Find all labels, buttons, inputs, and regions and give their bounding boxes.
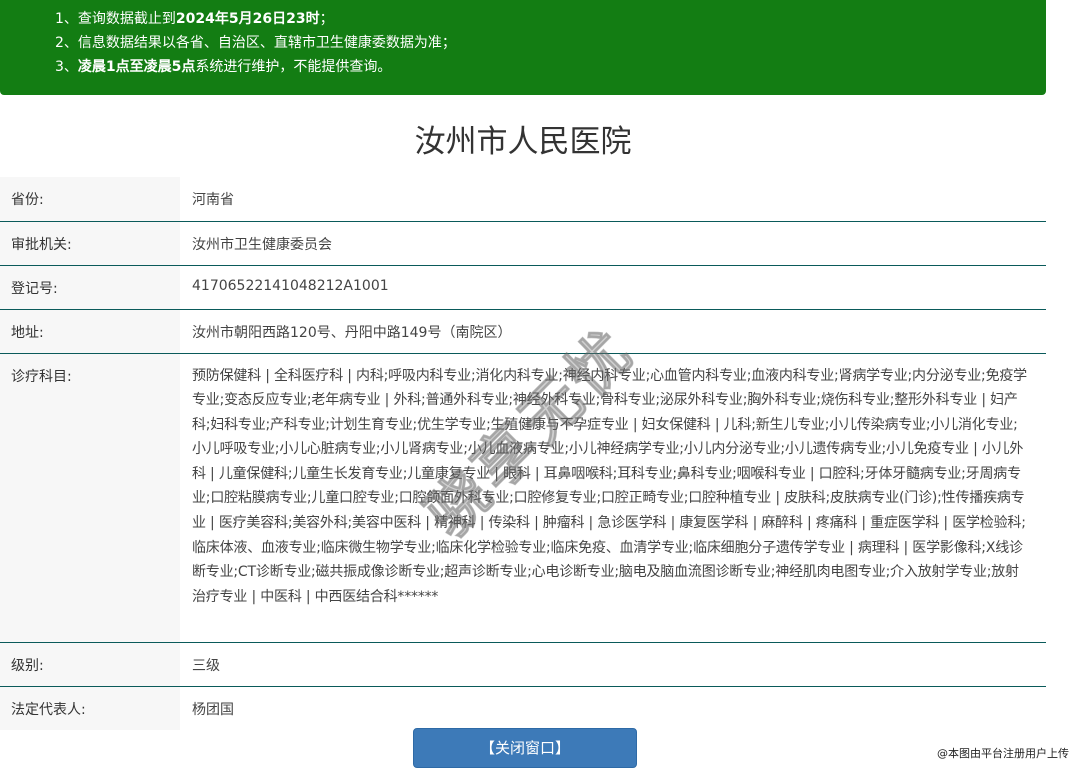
legal-rep-value: 杨团国 xyxy=(192,701,234,718)
row-address: 地址: 汝州市朝阳西路120号、丹阳中路149号（南院区） xyxy=(0,309,1046,354)
upload-credit: @本图由平台注册用户上传 xyxy=(937,747,1069,760)
address-label: 地址: xyxy=(0,309,180,354)
notice-line-1: 1、查询数据截止到2024年5月26日23时； xyxy=(55,11,334,27)
address-value: 汝州市朝阳西路120号、丹阳中路149号（南院区） xyxy=(180,309,1046,354)
departments-value: 预防保健科 | 全科医疗科 | 内科;呼吸内科专业;消化内科专业;神经内科专业;… xyxy=(180,353,1046,643)
province-value: 河南省 xyxy=(180,177,1046,222)
reg-no-value: 41706522141048212A1001 xyxy=(180,265,1046,310)
level-label: 级别: xyxy=(0,642,180,687)
row-legal-rep: 法定代表人: 杨团国 xyxy=(0,686,1046,730)
reg-no-label: 登记号: xyxy=(0,265,180,310)
authority-label: 审批机关: xyxy=(0,221,180,266)
notice-line-2: 2、信息数据结果以各省、自治区、直辖市卫生健康委数据为准； xyxy=(55,35,456,51)
notice-banner: 1、查询数据截止到2024年5月26日23时； 2、信息数据结果以各省、自治区、… xyxy=(0,0,1046,95)
level-value: 三级 xyxy=(180,642,1046,687)
legal-rep-label: 法定代表人: xyxy=(0,686,180,730)
departments-label: 诊疗科目: xyxy=(0,353,180,643)
row-level: 级别: 三级 xyxy=(0,642,1046,687)
row-authority: 审批机关: 汝州市卫生健康委员会 xyxy=(0,221,1046,266)
province-label: 省份: xyxy=(0,177,180,222)
hospital-info-table: 省份: 河南省 审批机关: 汝州市卫生健康委员会 登记号: 4170652214… xyxy=(0,177,1046,730)
row-province: 省份: 河南省 xyxy=(0,177,1046,222)
row-departments: 诊疗科目: 预防保健科 | 全科医疗科 | 内科;呼吸内科专业;消化内科专业;神… xyxy=(0,353,1046,643)
close-window-button[interactable]: 【关闭窗口】 xyxy=(413,728,637,768)
hospital-title: 汝州市人民医院 xyxy=(414,124,632,160)
row-reg-no: 登记号: 41706522141048212A1001 xyxy=(0,265,1046,310)
notice-line-3: 3、凌晨1点至凌晨5点系统进行维护，不能提供查询。 xyxy=(55,59,392,75)
authority-value: 汝州市卫生健康委员会 xyxy=(180,221,1046,266)
